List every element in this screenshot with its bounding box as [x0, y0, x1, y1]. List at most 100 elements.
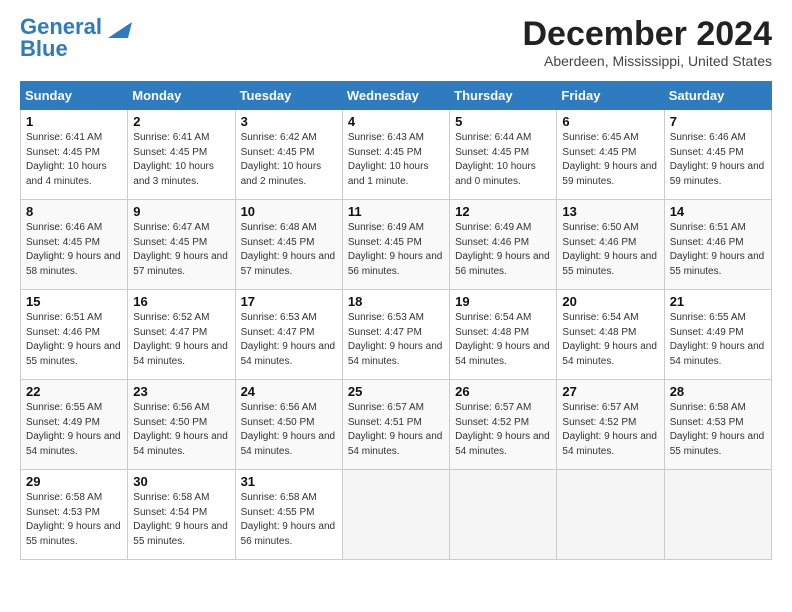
day-number: 8 [26, 204, 122, 219]
day-info: Sunrise: 6:49 AMSunset: 4:45 PMDaylight:… [348, 221, 444, 279]
day-number: 27 [562, 384, 658, 399]
day-info: Sunrise: 6:51 AMSunset: 4:46 PMDaylight:… [670, 221, 766, 279]
calendar-header-sunday: Sunday [21, 82, 128, 110]
day-info: Sunrise: 6:58 AMSunset: 4:55 PMDaylight:… [241, 491, 337, 549]
calendar-cell: 22 Sunrise: 6:55 AMSunset: 4:49 PMDayligh… [21, 380, 128, 470]
calendar-cell: 11 Sunrise: 6:49 AMSunset: 4:45 PMDayligh… [342, 200, 449, 290]
calendar-table: SundayMondayTuesdayWednesdayThursdayFrid… [20, 81, 772, 560]
page-header: General Blue December 2024 Aberdeen, Mis… [20, 16, 772, 69]
calendar-cell: 7 Sunrise: 6:46 AMSunset: 4:45 PMDaylight… [664, 110, 771, 200]
day-info: Sunrise: 6:41 AMSunset: 4:45 PMDaylight:… [26, 131, 122, 189]
day-info: Sunrise: 6:55 AMSunset: 4:49 PMDaylight:… [670, 311, 766, 369]
logo-text: General Blue [20, 16, 102, 60]
calendar-cell: 31 Sunrise: 6:58 AMSunset: 4:55 PMDayligh… [235, 470, 342, 560]
day-info: Sunrise: 6:58 AMSunset: 4:53 PMDaylight:… [670, 401, 766, 459]
day-info: Sunrise: 6:55 AMSunset: 4:49 PMDaylight:… [26, 401, 122, 459]
day-info: Sunrise: 6:46 AMSunset: 4:45 PMDaylight:… [670, 131, 766, 189]
calendar-cell: 15 Sunrise: 6:51 AMSunset: 4:46 PMDayligh… [21, 290, 128, 380]
calendar-cell: 14 Sunrise: 6:51 AMSunset: 4:46 PMDayligh… [664, 200, 771, 290]
day-number: 25 [348, 384, 444, 399]
calendar-cell [557, 470, 664, 560]
day-number: 23 [133, 384, 229, 399]
calendar-week-row: 8Sunrise: 6:46 AMSunset: 4:45 PMDaylight… [21, 200, 772, 290]
calendar-cell: 8Sunrise: 6:46 AMSunset: 4:45 PMDaylight… [21, 200, 128, 290]
location: Aberdeen, Mississippi, United States [522, 53, 772, 69]
day-info: Sunrise: 6:48 AMSunset: 4:45 PMDaylight:… [241, 221, 337, 279]
calendar-header-tuesday: Tuesday [235, 82, 342, 110]
day-number: 6 [562, 114, 658, 129]
day-info: Sunrise: 6:57 AMSunset: 4:52 PMDaylight:… [455, 401, 551, 459]
day-info: Sunrise: 6:56 AMSunset: 4:50 PMDaylight:… [133, 401, 229, 459]
day-info: Sunrise: 6:52 AMSunset: 4:47 PMDaylight:… [133, 311, 229, 369]
day-number: 15 [26, 294, 122, 309]
day-number: 1 [26, 114, 122, 129]
day-number: 9 [133, 204, 229, 219]
day-number: 12 [455, 204, 551, 219]
day-number: 26 [455, 384, 551, 399]
day-number: 5 [455, 114, 551, 129]
calendar-week-row: 15 Sunrise: 6:51 AMSunset: 4:46 PMDayligh… [21, 290, 772, 380]
day-number: 16 [133, 294, 229, 309]
calendar-week-row: 1 Sunrise: 6:41 AMSunset: 4:45 PMDaylight… [21, 110, 772, 200]
logo: General Blue [20, 16, 132, 60]
day-info: Sunrise: 6:50 AMSunset: 4:46 PMDaylight:… [562, 221, 658, 279]
calendar-cell: 4 Sunrise: 6:43 AMSunset: 4:45 PMDaylight… [342, 110, 449, 200]
day-number: 11 [348, 204, 444, 219]
day-number: 28 [670, 384, 766, 399]
day-number: 22 [26, 384, 122, 399]
day-info: Sunrise: 6:58 AMSunset: 4:54 PMDaylight:… [133, 491, 229, 549]
calendar-cell: 18Sunrise: 6:53 AMSunset: 4:47 PMDayligh… [342, 290, 449, 380]
day-number: 7 [670, 114, 766, 129]
day-info: Sunrise: 6:58 AMSunset: 4:53 PMDaylight:… [26, 491, 122, 549]
day-info: Sunrise: 6:51 AMSunset: 4:46 PMDaylight:… [26, 311, 122, 369]
day-info: Sunrise: 6:54 AMSunset: 4:48 PMDaylight:… [455, 311, 551, 369]
calendar-header-thursday: Thursday [450, 82, 557, 110]
calendar-cell: 23 Sunrise: 6:56 AMSunset: 4:50 PMDayligh… [128, 380, 235, 470]
calendar-cell: 19Sunrise: 6:54 AMSunset: 4:48 PMDayligh… [450, 290, 557, 380]
calendar-cell: 16 Sunrise: 6:52 AMSunset: 4:47 PMDayligh… [128, 290, 235, 380]
calendar-cell: 9Sunrise: 6:47 AMSunset: 4:45 PMDaylight… [128, 200, 235, 290]
day-number: 20 [562, 294, 658, 309]
calendar-header-row: SundayMondayTuesdayWednesdayThursdayFrid… [21, 82, 772, 110]
calendar-cell: 2 Sunrise: 6:41 AMSunset: 4:45 PMDaylight… [128, 110, 235, 200]
calendar-cell: 6 Sunrise: 6:45 AMSunset: 4:45 PMDaylight… [557, 110, 664, 200]
day-number: 24 [241, 384, 337, 399]
day-number: 17 [241, 294, 337, 309]
calendar-cell [664, 470, 771, 560]
day-info: Sunrise: 6:42 AMSunset: 4:45 PMDaylight:… [241, 131, 337, 189]
calendar-header-wednesday: Wednesday [342, 82, 449, 110]
day-number: 4 [348, 114, 444, 129]
day-number: 10 [241, 204, 337, 219]
calendar-cell: 12 Sunrise: 6:49 AMSunset: 4:46 PMDayligh… [450, 200, 557, 290]
day-info: Sunrise: 6:49 AMSunset: 4:46 PMDaylight:… [455, 221, 551, 279]
logo-blue: Blue [20, 36, 68, 61]
day-number: 31 [241, 474, 337, 489]
day-number: 3 [241, 114, 337, 129]
title-block: December 2024 Aberdeen, Mississippi, Uni… [522, 16, 772, 69]
calendar-cell [342, 470, 449, 560]
calendar-cell: 21Sunrise: 6:55 AMSunset: 4:49 PMDayligh… [664, 290, 771, 380]
day-number: 30 [133, 474, 229, 489]
calendar-cell [450, 470, 557, 560]
day-info: Sunrise: 6:53 AMSunset: 4:47 PMDaylight:… [241, 311, 337, 369]
calendar-header-friday: Friday [557, 82, 664, 110]
calendar-cell: 30 Sunrise: 6:58 AMSunset: 4:54 PMDayligh… [128, 470, 235, 560]
day-info: Sunrise: 6:43 AMSunset: 4:45 PMDaylight:… [348, 131, 444, 189]
calendar-cell: 24Sunrise: 6:56 AMSunset: 4:50 PMDayligh… [235, 380, 342, 470]
calendar-cell: 10 Sunrise: 6:48 AMSunset: 4:45 PMDayligh… [235, 200, 342, 290]
calendar-cell: 27Sunrise: 6:57 AMSunset: 4:52 PMDayligh… [557, 380, 664, 470]
day-info: Sunrise: 6:41 AMSunset: 4:45 PMDaylight:… [133, 131, 229, 189]
day-info: Sunrise: 6:54 AMSunset: 4:48 PMDaylight:… [562, 311, 658, 369]
calendar-cell: 1 Sunrise: 6:41 AMSunset: 4:45 PMDaylight… [21, 110, 128, 200]
day-number: 2 [133, 114, 229, 129]
calendar-header-saturday: Saturday [664, 82, 771, 110]
month-title: December 2024 [522, 16, 772, 53]
calendar-week-row: 29Sunrise: 6:58 AMSunset: 4:53 PMDayligh… [21, 470, 772, 560]
calendar-cell: 20 Sunrise: 6:54 AMSunset: 4:48 PMDayligh… [557, 290, 664, 380]
day-info: Sunrise: 6:57 AMSunset: 4:51 PMDaylight:… [348, 401, 444, 459]
day-number: 14 [670, 204, 766, 219]
calendar-cell: 28 Sunrise: 6:58 AMSunset: 4:53 PMDayligh… [664, 380, 771, 470]
calendar-cell: 13Sunrise: 6:50 AMSunset: 4:46 PMDayligh… [557, 200, 664, 290]
calendar-week-row: 22 Sunrise: 6:55 AMSunset: 4:49 PMDayligh… [21, 380, 772, 470]
day-info: Sunrise: 6:45 AMSunset: 4:45 PMDaylight:… [562, 131, 658, 189]
